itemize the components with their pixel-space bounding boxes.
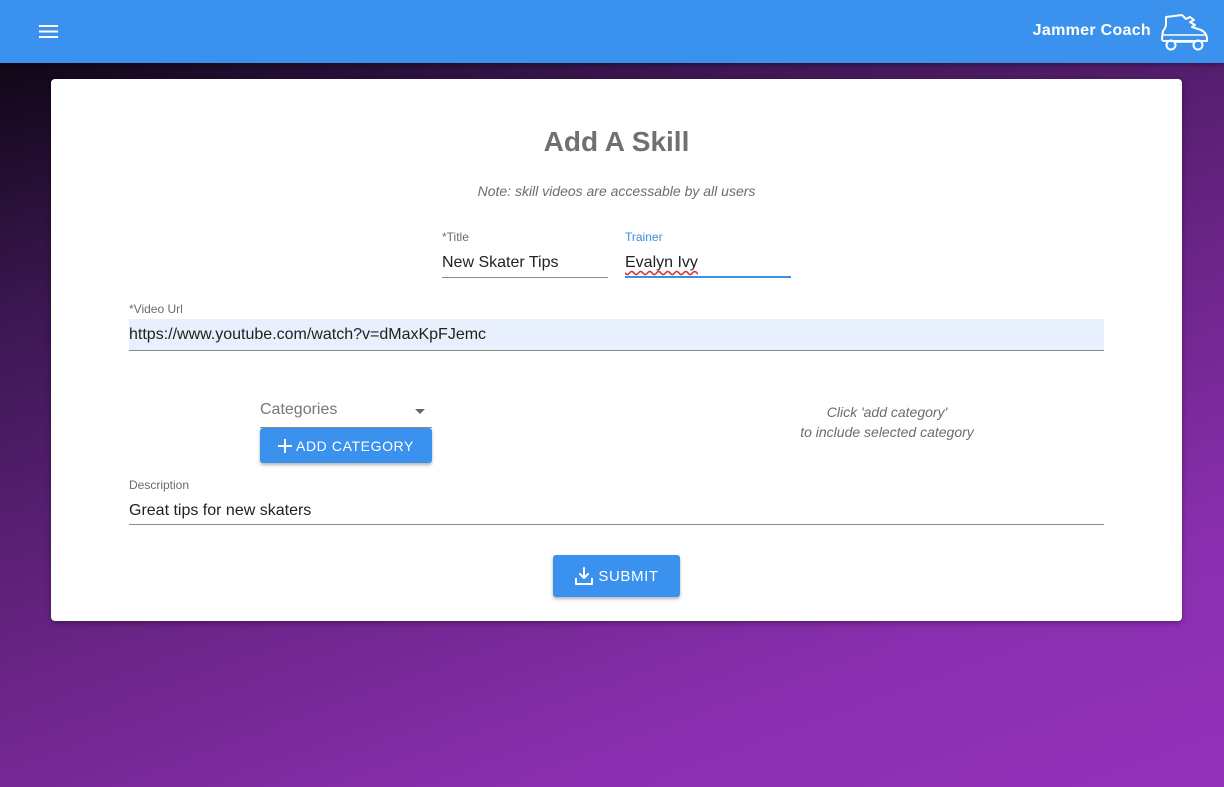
submit-button[interactable]: SUBMIT (553, 555, 680, 597)
download-icon (574, 566, 594, 586)
dropdown-arrow-icon (415, 409, 425, 414)
description-input[interactable]: Great tips for new skaters (129, 498, 1104, 525)
categories-select[interactable]: Categories (260, 399, 432, 428)
hamburger-icon (38, 24, 58, 38)
title-input[interactable]: New Skater Tips (442, 251, 608, 278)
category-hint-line2: to include selected category (800, 424, 974, 440)
trainer-input[interactable]: Evalyn Ivy (625, 251, 791, 278)
app-title: Jammer Coach (1032, 22, 1151, 39)
menu-button[interactable] (36, 19, 60, 43)
description-label: Description (129, 478, 190, 492)
trainer-label: Trainer (625, 230, 663, 244)
category-hint-line1: Click 'add category' (826, 404, 948, 420)
trainer-value: Evalyn Ivy (625, 254, 698, 271)
page-title: Add A Skill (543, 126, 690, 157)
category-hint: Click 'add category' to include selected… (737, 402, 1037, 442)
video-url-input[interactable]: https://www.youtube.com/watch?v=dMaxKpFJ… (129, 319, 1104, 351)
add-skill-card: Add A Skill Note: skill videos are acces… (51, 79, 1182, 621)
roller-skate-icon (1161, 14, 1208, 51)
categories-placeholder: Categories (260, 401, 338, 418)
access-note: Note: skill videos are accessable by all… (477, 183, 756, 199)
title-label: *Title (442, 230, 469, 244)
add-category-button[interactable]: ADD CATEGORY (260, 428, 432, 463)
video-url-label: *Video Url (129, 302, 183, 316)
app-bar: Jammer Coach (0, 0, 1224, 63)
add-category-label: ADD CATEGORY (296, 437, 414, 454)
plus-icon (278, 438, 293, 453)
submit-label: SUBMIT (598, 567, 659, 585)
